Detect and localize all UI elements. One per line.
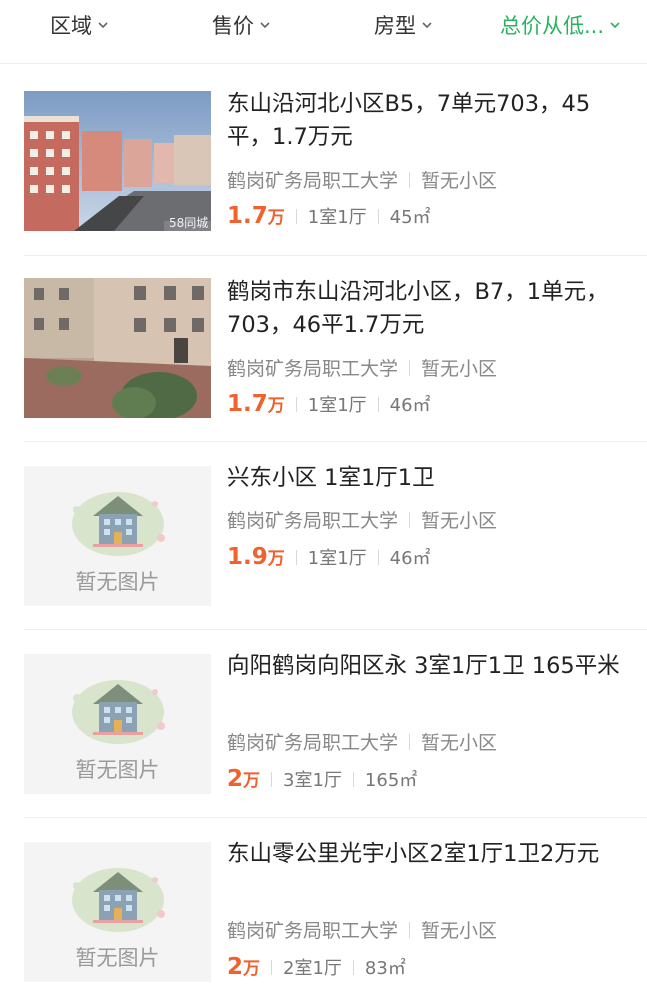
chevron-down-icon [610, 22, 620, 29]
listing-price-unit: 万 [267, 549, 285, 569]
filter-sort[interactable]: 总价从低... [500, 10, 622, 40]
filter-district-label: 区域 [50, 14, 92, 38]
apartment-blocks-photo: 58同城 [24, 91, 211, 231]
listing-area: 165㎡ [364, 770, 418, 791]
separator [352, 771, 354, 787]
separator [377, 549, 379, 565]
separator [295, 549, 297, 565]
listing-price-unit: 万 [267, 396, 285, 416]
filter-price-label: 售价 [212, 14, 254, 38]
separator [352, 959, 354, 975]
placeholder-text: 暂无图片 [75, 570, 160, 594]
filter-room-type[interactable]: 房型 [374, 10, 434, 40]
listing-price-row: 2 万 3室1厅 165㎡ [227, 766, 417, 792]
listing-price: 2 [227, 954, 244, 980]
separator [409, 733, 411, 750]
placeholder-text: 暂无图片 [75, 946, 160, 970]
listing-meta: 鹤岗矿务局职工大学 暂无小区 [227, 916, 497, 943]
no-image-placeholder: 暂无图片 [24, 654, 211, 794]
separator [409, 921, 411, 938]
filter-room-type-label: 房型 [374, 14, 416, 38]
listing-title: 兴东小区 1室1厅1卫 [227, 465, 435, 491]
listing-title: 鹤岗市东山沿河北小区，B7，1单元，703，46平1.7万元 [227, 279, 609, 338]
listing-meta: 鹤岗矿务局职工大学 暂无小区 [227, 166, 497, 193]
chevron-down-icon [98, 22, 108, 29]
filter-district[interactable]: 区域 [50, 10, 110, 40]
listing-photo [24, 278, 211, 418]
listing-title: 东山沿河北小区B5，7单元703，45平，1.7万元 [227, 91, 591, 150]
listing-item[interactable]: 58同城 东山沿河北小区B5，7单元703，45平，1.7万元 鹤岗矿务局职工大… [0, 70, 647, 256]
listing-community: 暂无小区 [421, 732, 498, 754]
listing-layout: 1室1厅 [307, 207, 367, 228]
chevron-down-icon [260, 22, 270, 29]
watermark-text: 58同城 [169, 216, 208, 230]
courtyard-photo [24, 278, 211, 418]
listing-community: 暂无小区 [421, 510, 498, 532]
listing-location: 鹤岗矿务局职工大学 [227, 920, 399, 942]
listing-item[interactable]: 鹤岗市东山沿河北小区，B7，1单元，703，46平1.7万元 鹤岗矿务局职工大学… [0, 256, 647, 442]
filter-bar: 区域 售价 房型 总价从低... [0, 0, 647, 64]
separator [295, 396, 297, 412]
listing-layout: 1室1厅 [307, 395, 367, 416]
listing-area: 46㎡ [389, 395, 431, 416]
listing-community: 暂无小区 [421, 358, 498, 380]
listing-price-row: 1.7 万 1室1厅 45㎡ [227, 203, 431, 229]
listing-area: 46㎡ [389, 548, 431, 569]
listing-meta: 鹤岗矿务局职工大学 暂无小区 [227, 354, 497, 381]
listing-price-unit: 万 [243, 771, 261, 791]
house-icon [71, 680, 165, 744]
listing-photo: 58同城 [24, 91, 211, 231]
no-image-placeholder: 暂无图片 [24, 842, 211, 982]
house-icon [71, 492, 165, 556]
filter-price[interactable]: 售价 [212, 10, 272, 40]
separator [271, 771, 273, 787]
listing-meta: 鹤岗矿务局职工大学 暂无小区 [227, 728, 497, 755]
listing-price: 1.7 [227, 391, 268, 417]
listing-price: 1.9 [227, 544, 268, 570]
filter-sort-label: 总价从低... [500, 14, 605, 38]
listing-location: 鹤岗矿务局职工大学 [227, 510, 399, 532]
listing-price-unit: 万 [267, 208, 285, 228]
house-icon [71, 868, 165, 932]
listing-price-row: 1.9 万 1室1厅 46㎡ [227, 544, 431, 570]
listing-location: 鹤岗矿务局职工大学 [227, 170, 399, 192]
listing-area: 45㎡ [389, 207, 431, 228]
listing-item[interactable]: 暂无图片 东山零公里光宇小区2室1厅1卫2万元 鹤岗矿务局职工大学 暂无小区 2… [0, 818, 647, 1000]
listing-title: 向阳鹤岗向阳区永 3室1厅1卫 165平米 [227, 653, 620, 679]
listing-price: 1.7 [227, 203, 268, 229]
no-image-placeholder: 暂无图片 [24, 466, 211, 606]
separator [271, 959, 273, 975]
separator [377, 208, 379, 224]
separator [377, 396, 379, 412]
separator [295, 208, 297, 224]
listing-layout: 1室1厅 [307, 548, 367, 569]
listing-price: 2 [227, 766, 244, 792]
separator [409, 359, 411, 376]
listing-item[interactable]: 暂无图片 兴东小区 1室1厅1卫 鹤岗矿务局职工大学 暂无小区 1.9 万 1室… [0, 442, 647, 630]
listing-location: 鹤岗矿务局职工大学 [227, 358, 399, 380]
listing-price-row: 1.7 万 1室1厅 46㎡ [227, 391, 431, 417]
placeholder-text: 暂无图片 [75, 758, 160, 782]
listing-community: 暂无小区 [421, 920, 498, 942]
listing-price-row: 2 万 2室1厅 83㎡ [227, 954, 406, 980]
listing-area: 83㎡ [364, 958, 406, 979]
listing-layout: 3室1厅 [283, 770, 342, 791]
listing-item[interactable]: 暂无图片 向阳鹤岗向阳区永 3室1厅1卫 165平米 鹤岗矿务局职工大学 暂无小… [0, 630, 647, 818]
listing-location: 鹤岗矿务局职工大学 [227, 732, 399, 754]
separator [409, 171, 411, 188]
listing-community: 暂无小区 [421, 170, 498, 192]
listing-layout: 2室1厅 [283, 958, 342, 979]
chevron-down-icon [422, 22, 432, 29]
listing-price-unit: 万 [243, 959, 261, 979]
separator [409, 511, 411, 528]
listing-title: 东山零公里光宇小区2室1厅1卫2万元 [227, 841, 600, 867]
listing-meta: 鹤岗矿务局职工大学 暂无小区 [227, 506, 497, 533]
